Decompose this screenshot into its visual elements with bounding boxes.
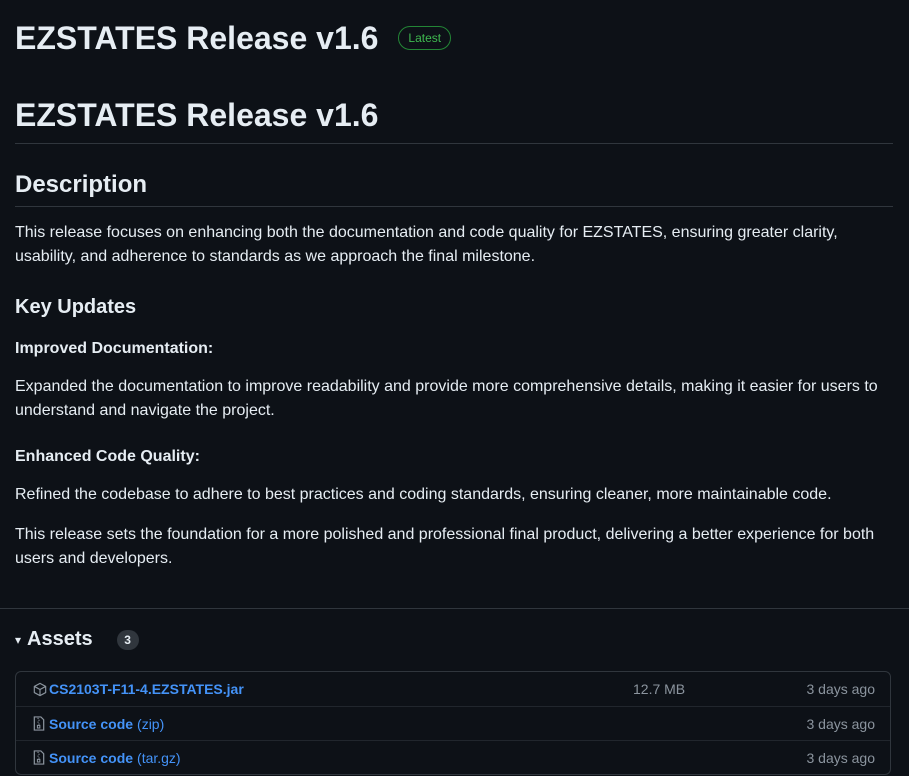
latest-badge: Latest	[398, 26, 452, 50]
release-header: EZSTATES Release v1.6 Latest	[15, 18, 452, 58]
asset-ext: (zip)	[137, 715, 165, 732]
closing-text: This release sets the foundation for a m…	[15, 526, 875, 567]
asset-row: Source code (zip) 3 days ago	[16, 706, 890, 740]
asset-name: Source code	[49, 749, 134, 766]
asset-size: 12.7 MB	[633, 681, 686, 697]
asset-link-jar[interactable]: CS2103T-F11-4.EZSTATES.jar	[49, 681, 244, 697]
key-updates-heading: Key Updates	[15, 296, 137, 318]
assets-count-badge: 3	[116, 629, 139, 650]
description-heading: Description	[15, 170, 893, 207]
asset-row: CS2103T-F11-4.EZSTATES.jar 12.7 MB 3 day…	[16, 672, 890, 706]
asset-ext: (tar.gz)	[137, 749, 181, 766]
assets-toggle[interactable]: ▾ Assets 3	[15, 628, 139, 651]
file-zip-icon	[33, 750, 47, 766]
assets-title: Assets	[27, 628, 93, 650]
file-zip-icon	[33, 716, 47, 732]
release-notes: EZSTATES Release v1.6 Description This r…	[15, 94, 893, 571]
improved-documentation-heading: Improved Documentation:	[15, 340, 214, 357]
asset-link-tar-gz[interactable]: Source code (tar.gz)	[49, 750, 181, 766]
asset-date: 3 days ago	[806, 681, 876, 697]
enhanced-code-quality-heading: Enhanced Code Quality:	[15, 448, 200, 465]
enhanced-code-quality-text: Refined the codebase to adhere to best p…	[15, 486, 832, 503]
description-text: This release focuses on enhancing both t…	[15, 224, 838, 265]
asset-date: 3 days ago	[806, 715, 876, 732]
section-divider	[0, 608, 909, 609]
asset-row: Source code (tar.gz) 3 days ago	[16, 740, 890, 774]
notes-title: EZSTATES Release v1.6	[15, 94, 893, 144]
release-title[interactable]: EZSTATES Release v1.6	[15, 18, 378, 58]
asset-date: 3 days ago	[806, 749, 876, 766]
asset-link-zip[interactable]: Source code (zip)	[49, 716, 164, 732]
caret-down-icon: ▾	[15, 632, 22, 647]
improved-documentation-text: Expanded the documentation to improve re…	[15, 378, 878, 419]
package-icon	[33, 681, 47, 697]
assets-list: CS2103T-F11-4.EZSTATES.jar 12.7 MB 3 day…	[15, 671, 891, 775]
asset-name: Source code	[49, 715, 134, 732]
